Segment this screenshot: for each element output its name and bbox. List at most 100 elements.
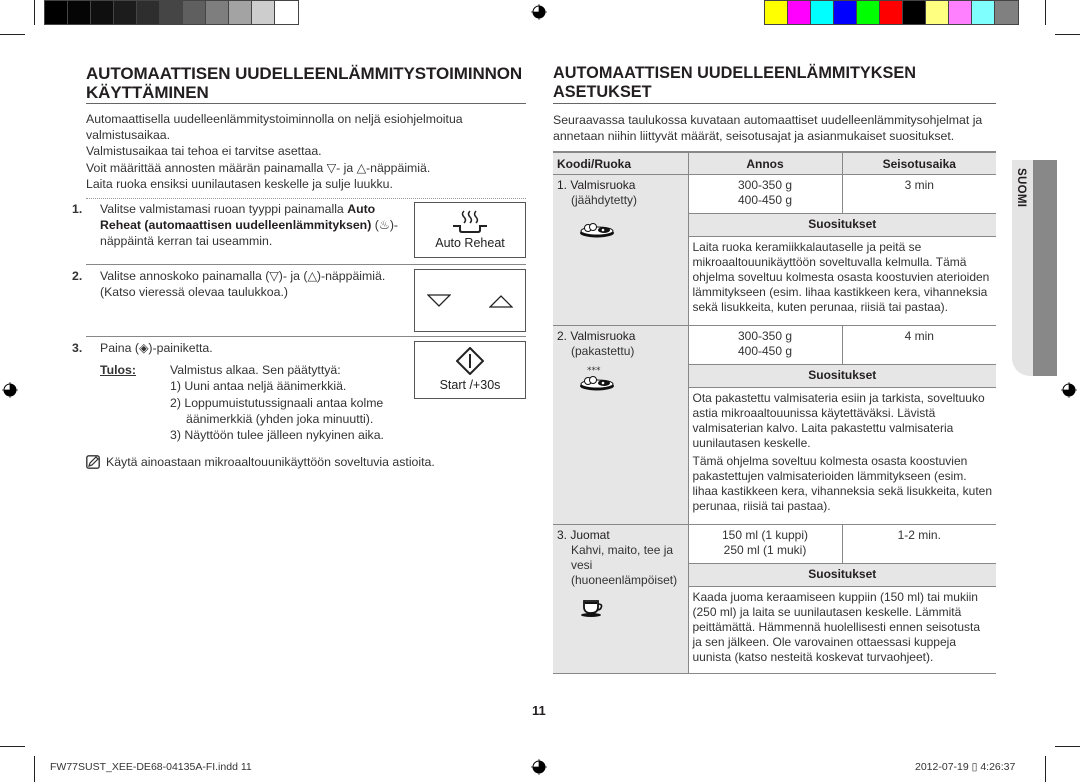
standing-time: 4 min <box>842 325 996 365</box>
title-line: AUTOMAATTISEN UUDELLEENLÄMMITYSTOIMINNON <box>86 64 523 83</box>
color-swatch <box>252 1 275 24</box>
color-swatch <box>68 1 91 24</box>
step-3: 3. Paina (◈)-painiketta. Start /+30s Tulo… <box>72 336 526 456</box>
intro-paragraph: Voit määrittää annosten määrän painamall… <box>86 160 431 175</box>
amount-cell: 300-350 g 400-450 g <box>688 174 843 214</box>
up-arrow-icon[interactable] <box>489 294 513 308</box>
food-detail: Kahvi, maito, tee ja vesi <box>571 542 674 572</box>
step-text-part: Paina (◈)-painiketta. <box>100 341 213 356</box>
plated-meal-icon <box>580 222 614 238</box>
auto-reheat-icon <box>453 210 487 233</box>
step-text-part: Valitse annoskoko painamalla (▽)- ja (△)… <box>100 269 386 300</box>
svg-text:***: *** <box>587 366 601 376</box>
color-swatch <box>45 1 68 24</box>
table-row: 3. Juomat Kahvi, maito, tee ja vesi (huo… <box>553 524 996 674</box>
amount: 300-350 g <box>737 177 793 192</box>
registration-mark-icon <box>1061 382 1077 398</box>
start-icon <box>456 346 484 375</box>
language-tab-light: SUOMI <box>1012 160 1033 376</box>
footer-filename: FW77SUST_XEE-DE68-04135A-FI.indd 11 <box>50 761 252 773</box>
footer-timestamp: 2012-07-19 ▯ 4:26:37 <box>915 761 1016 773</box>
crop-mark <box>0 34 25 35</box>
auto-reheat-usage-section: AUTOMAATTISEN UUDELLEENLÄMMITYSTOIMINNON… <box>72 64 526 470</box>
color-swatch <box>114 1 137 24</box>
crop-mark <box>1045 0 1046 25</box>
result-label: Tulos: <box>100 363 136 378</box>
color-swatch <box>834 1 857 24</box>
table-row: 2. Valmisruoka (pakastettu) *** 300-350 … <box>553 325 996 525</box>
language-tab: SUOMI <box>1012 160 1057 376</box>
color-swatch <box>788 1 811 24</box>
food-detail: (pakastettu) <box>571 343 635 358</box>
title-line: KÄYTTÄMINEN <box>86 83 209 102</box>
note-icon <box>86 455 100 469</box>
standing-time: 3 min <box>842 174 996 214</box>
crop-mark <box>34 0 35 25</box>
down-arrow-icon[interactable] <box>427 293 451 308</box>
standing-time: 1-2 min. <box>842 524 996 564</box>
suggestions-cell: Ota pakastettu valmisateria esiin ja tar… <box>688 387 996 525</box>
section-description: Seuraavassa taulukossa kuvataan automaat… <box>553 113 983 144</box>
step-number: 1. <box>72 202 83 217</box>
crop-mark <box>34 756 35 782</box>
color-swatch <box>880 1 903 24</box>
registration-mark-icon <box>531 4 547 20</box>
step-2: 2. Valitse annoskoko painamalla (▽)- ja (… <box>72 264 526 336</box>
color-calibration-bar <box>764 0 1019 25</box>
coffee-cup-icon <box>581 600 603 617</box>
color-swatch <box>903 1 926 24</box>
intro-paragraph: Automaattisella uudelleenlämmitystoiminn… <box>86 112 463 143</box>
color-swatch <box>995 1 1018 24</box>
note: Käytä ainoastaan mikroaaltouunikäyttöön … <box>86 454 526 470</box>
portion-buttons-panel <box>414 269 526 333</box>
result-text: Valmistus alkaa. Sen päätyttyä: <box>170 363 341 378</box>
food-name: 1. Valmisruoka <box>557 177 636 192</box>
auto-reheat-button-panel[interactable]: Auto Reheat <box>414 202 526 259</box>
food-cell: 2. Valmisruoka (pakastettu) *** <box>553 325 689 525</box>
amount: 300-350 g <box>737 328 793 343</box>
step-text-part: Valitse valmistamasi ruoan tyyppi painam… <box>100 202 348 217</box>
color-swatch <box>972 1 995 24</box>
table-row: 1. Valmisruoka (jäähdytetty) 300-350 g 4… <box>553 174 996 326</box>
food-cell: 3. Juomat Kahvi, maito, tee ja vesi (huo… <box>553 524 689 674</box>
amount-cell: 150 ml (1 kuppi) 250 ml (1 muki) <box>688 524 843 564</box>
color-swatch <box>949 1 972 24</box>
amount: 400-450 g <box>737 192 793 207</box>
step-number: 2. <box>72 269 83 284</box>
result-item: 3) Näyttöön tulee jälleen nykyinen aika. <box>170 428 384 443</box>
color-swatch <box>160 1 183 24</box>
result-item: 2) Loppumuistutussignaali antaa kolme ää… <box>170 395 384 426</box>
color-swatch <box>229 1 252 24</box>
note-text: Käytä ainoastaan mikroaaltouunikäyttöön … <box>106 455 435 470</box>
suggestion-text: Laita ruoka keramiikkalautaselle ja peit… <box>692 239 990 314</box>
color-swatch <box>857 1 880 24</box>
registration-mark-icon <box>531 759 547 775</box>
page-number: 11 <box>532 703 546 718</box>
suggestions-header: Suositukset <box>688 364 996 388</box>
crop-mark <box>1045 756 1046 782</box>
crop-mark <box>1055 746 1080 747</box>
step-1: 1. Valitse valmistamasi ruoan tyyppi pain… <box>72 198 526 264</box>
step-number: 3. <box>72 341 83 356</box>
crop-mark <box>0 746 25 747</box>
color-swatch <box>206 1 229 24</box>
column-header: Annos <box>688 151 843 175</box>
suggestions-cell: Laita ruoka keramiikkalautaselle ja peit… <box>688 236 996 326</box>
suggestions-cell: Kaada juoma keraamiseen kuppiin (150 ml)… <box>688 586 996 674</box>
crop-mark <box>1055 34 1080 35</box>
reheat-settings-table: Koodi/Ruoka Annos Seisotusaika 1. Valmis… <box>553 151 996 674</box>
food-detail: (huoneenlämpöiset) <box>571 572 678 587</box>
section-title: AUTOMAATTISEN UUDELLEENLÄMMITYKSEN ASETU… <box>553 64 996 104</box>
step-text: 1. Valitse valmistamasi ruoan tyyppi pain… <box>72 199 406 250</box>
color-swatch <box>275 1 298 24</box>
suggestions-header: Suositukset <box>688 213 996 237</box>
grayscale-calibration-bar <box>44 0 299 25</box>
amount: 150 ml (1 kuppi) <box>721 527 809 542</box>
intro-paragraph: Valmistusaikaa tai tehoa ei tarvitse ase… <box>86 144 322 159</box>
column-header: Koodi/Ruoka <box>553 151 689 175</box>
food-cell: 1. Valmisruoka (jäähdytetty) <box>553 174 689 326</box>
frozen-meal-icon: *** <box>580 366 614 391</box>
start-button-panel[interactable]: Start /+30s <box>414 341 526 400</box>
section-title: AUTOMAATTISEN UUDELLEENLÄMMITYSTOIMINNON… <box>86 64 526 104</box>
table-header-row: Koodi/Ruoka Annos Seisotusaika <box>553 151 996 175</box>
